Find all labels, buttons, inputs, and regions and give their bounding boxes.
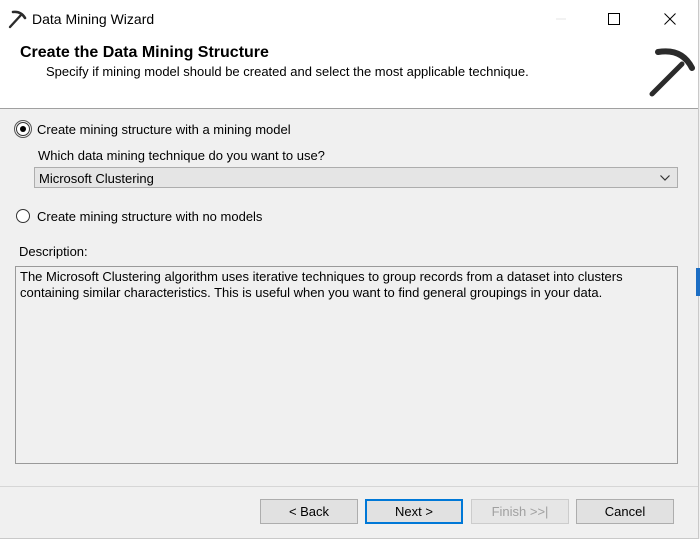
technique-dropdown[interactable]: Microsoft Clustering	[34, 167, 678, 188]
radio-with-model-label[interactable]: Create mining structure with a mining mo…	[37, 122, 291, 137]
maximize-icon	[608, 12, 620, 25]
cancel-button[interactable]: Cancel	[576, 499, 674, 524]
technique-question-label: Which data mining technique do you want …	[38, 148, 325, 163]
finish-button[interactable]: Finish >>|	[471, 499, 569, 524]
minimize-button[interactable]	[538, 0, 584, 37]
radio-no-models-label[interactable]: Create mining structure with no models	[37, 209, 262, 224]
description-textbox[interactable]: The Microsoft Clustering algorithm uses …	[15, 266, 678, 464]
window-title: Data Mining Wizard	[32, 11, 155, 27]
page-subtitle: Specify if mining model should be create…	[46, 64, 529, 79]
maximize-button[interactable]	[591, 0, 637, 37]
description-text: The Microsoft Clustering algorithm uses …	[20, 269, 623, 300]
title-bar[interactable]: Data Mining Wizard	[0, 0, 698, 38]
wizard-header: Create the Data Mining Structure Specify…	[0, 38, 698, 109]
radio-no-models[interactable]	[16, 209, 30, 223]
technique-dropdown-value: Microsoft Clustering	[39, 171, 154, 186]
close-icon	[664, 12, 676, 25]
page-title: Create the Data Mining Structure	[20, 44, 269, 61]
footer-separator	[0, 486, 698, 487]
edge-highlight	[696, 268, 700, 296]
pickaxe-icon	[8, 9, 28, 29]
description-label: Description:	[19, 244, 88, 259]
chevron-down-icon	[659, 172, 671, 184]
radio-with-model[interactable]	[16, 122, 30, 136]
back-button[interactable]: < Back	[260, 499, 358, 524]
pickaxe-logo-icon	[646, 46, 696, 98]
next-button[interactable]: Next >	[365, 499, 463, 524]
close-button[interactable]	[647, 0, 693, 37]
wizard-window: Data Mining Wizard Create the Data Minin…	[0, 0, 699, 539]
minimize-icon	[556, 18, 566, 19]
